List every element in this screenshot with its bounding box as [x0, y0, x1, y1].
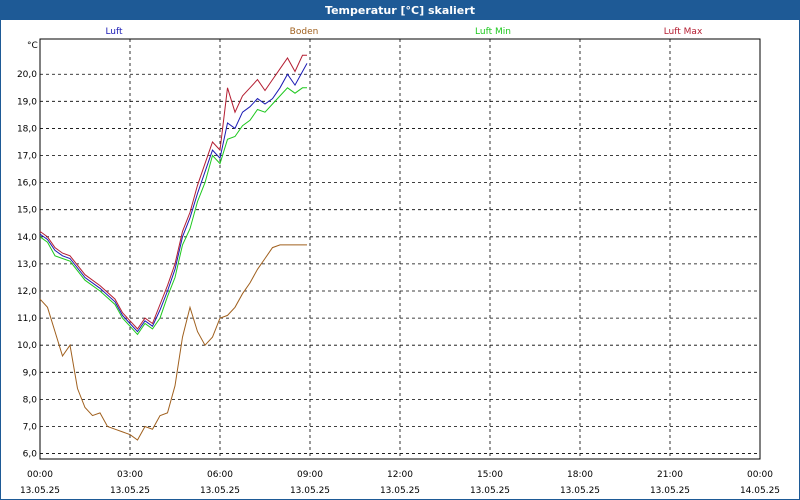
legend-entry: Luft Max — [664, 27, 703, 37]
y-tick-label: 15,0 — [17, 206, 37, 216]
x-axis-ticks: 00:00 13.05.25 03:00 13.05.25 06:00 13.05.25 0… — [20, 470, 780, 496]
x-tick-date-label: 13.05.25 — [560, 486, 600, 496]
x-tick-date-label: 14.05.25 — [740, 486, 780, 496]
legend-entry: Luft — [105, 27, 123, 37]
y-tick-label: 11,0 — [17, 314, 37, 324]
y-axis-unit-label: °C — [27, 41, 38, 51]
y-tick-label: 9,0 — [23, 368, 38, 378]
x-tick-time-label: 00:00 — [747, 470, 773, 480]
x-tick-time-label: 12:00 — [387, 470, 413, 480]
y-tick-label: 13,0 — [17, 260, 37, 270]
x-tick-date-label: 13.05.25 — [380, 486, 420, 496]
y-tick-label: 8,0 — [23, 395, 38, 405]
legend-entry: Luft Min — [475, 27, 511, 37]
x-tick-date-label: 13.05.25 — [290, 486, 330, 496]
x-tick-date-label: 13.05.25 — [110, 486, 150, 496]
y-tick-label: 19,0 — [17, 97, 37, 107]
y-tick-label: 17,0 — [17, 152, 37, 162]
y-axis-ticks: 6,0 7,0 8,0 9,0 10,0 11,0 12,0 13,0 14,0 15,0 16,0… — [17, 70, 37, 459]
x-tick-time-label: 00:00 — [27, 470, 53, 480]
x-tick-date-label: 13.05.25 — [200, 486, 240, 496]
legend: Luft Boden Luft Min Luft Max — [105, 27, 703, 37]
y-tick-label: 20,0 — [17, 70, 37, 80]
y-tick-label: 14,0 — [17, 233, 37, 243]
chart: Luft Boden Luft Min Luft Max °C 6,0 7,0 8,0 9,… — [17, 27, 780, 496]
y-tick-label: 16,0 — [17, 179, 37, 189]
y-tick-label: 10,0 — [17, 341, 37, 351]
x-tick-time-label: 15:00 — [477, 470, 503, 480]
x-tick-date-label: 13.05.25 — [650, 486, 690, 496]
legend-entry: Boden — [290, 27, 319, 37]
x-tick-time-label: 18:00 — [567, 470, 593, 480]
chart-window: Temperatur [°C] skaliert Luft Boden Luft M… — [0, 0, 800, 500]
x-tick-date-label: 13.05.25 — [20, 486, 60, 496]
y-tick-label: 18,0 — [17, 124, 37, 134]
x-tick-time-label: 06:00 — [207, 470, 233, 480]
x-tick-time-label: 21:00 — [657, 470, 683, 480]
x-tick-time-label: 03:00 — [117, 470, 143, 480]
x-tick-time-label: 09:00 — [297, 470, 323, 480]
x-tick-date-label: 13.05.25 — [470, 486, 510, 496]
y-tick-label: 6,0 — [23, 450, 38, 460]
y-tick-label: 12,0 — [17, 287, 37, 297]
y-tick-label: 7,0 — [23, 422, 38, 432]
